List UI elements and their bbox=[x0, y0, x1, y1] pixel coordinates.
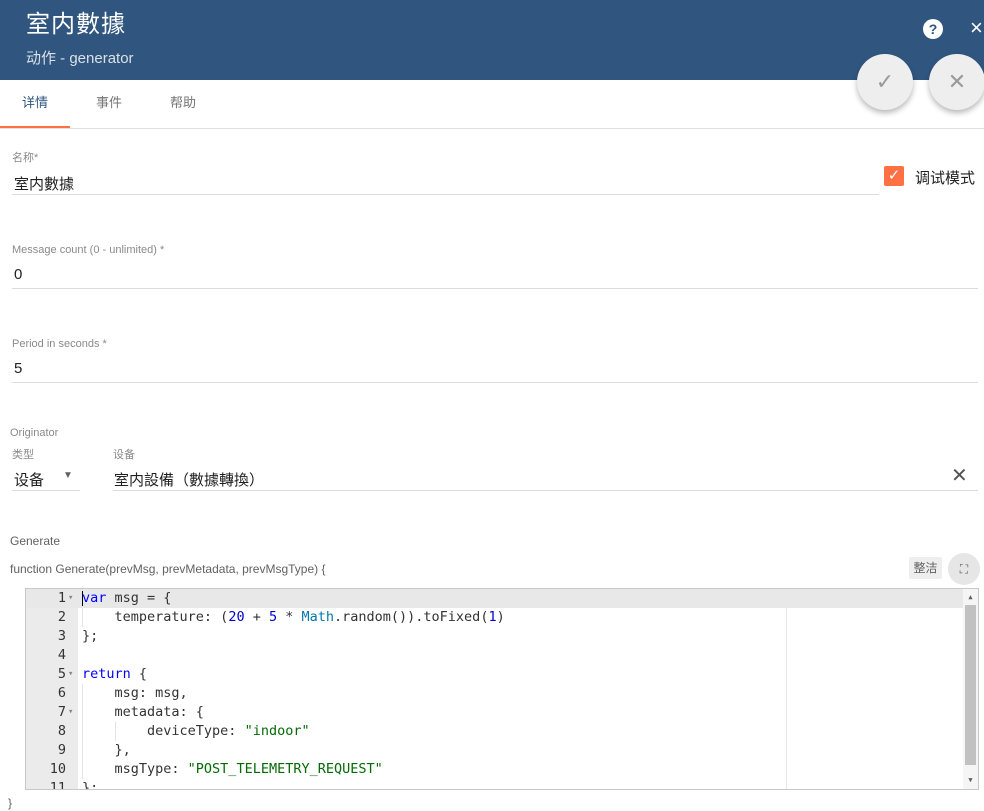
debug-mode-label[interactable]: 调试模式 bbox=[915, 167, 975, 188]
code-text[interactable]: return { bbox=[82, 665, 147, 684]
code-editor[interactable]: 1 ▾ var msg = {2 temperature: (20 + 5 * Ma… bbox=[25, 588, 979, 790]
dialog-header: 室内數據 动作 - generator ? × bbox=[0, 0, 984, 80]
debug-mode-checkbox[interactable]: ✓ bbox=[884, 166, 904, 186]
line-number: 5 bbox=[57, 666, 66, 682]
code-text[interactable]: }; bbox=[82, 779, 98, 789]
rule-node-subtitle: 动作 - generator bbox=[26, 50, 134, 67]
code-line[interactable]: 2 temperature: (20 + 5 * Math.random()).… bbox=[26, 608, 963, 627]
originator-type-underline bbox=[12, 490, 80, 491]
code-text[interactable]: msgType: "POST_TELEMETRY_REQUEST" bbox=[82, 760, 383, 779]
code-text[interactable]: temperature: (20 + 5 * Math.random()).to… bbox=[82, 608, 505, 627]
code-line[interactable]: 11}; bbox=[26, 779, 963, 790]
message-count-input[interactable]: 0 bbox=[14, 266, 22, 283]
tidy-button[interactable]: 整洁 bbox=[909, 557, 942, 579]
name-label: 名称* bbox=[12, 152, 39, 164]
check-icon: ✓ bbox=[887, 167, 901, 184]
clear-device-icon[interactable]: ✕ bbox=[951, 465, 968, 487]
originator-device-input[interactable]: 室内設備（數據轉換） bbox=[114, 469, 264, 490]
name-input-underline bbox=[12, 194, 879, 195]
editor-lines[interactable]: 1 ▾ var msg = {2 temperature: (20 + 5 * Ma… bbox=[26, 589, 963, 790]
code-line[interactable]: 10 msgType: "POST_TELEMETRY_REQUEST" bbox=[26, 760, 963, 779]
line-number: 9 bbox=[57, 742, 66, 758]
scroll-thumb[interactable] bbox=[965, 605, 976, 765]
fold-toggle-icon[interactable]: ▾ bbox=[68, 703, 73, 722]
function-closing-brace: } bbox=[8, 796, 13, 810]
period-input[interactable]: 5 bbox=[14, 360, 22, 377]
line-number: 7 bbox=[57, 704, 66, 720]
line-number: 3 bbox=[57, 628, 66, 644]
code-line[interactable]: 6 msg: msg, bbox=[26, 684, 963, 703]
code-text[interactable]: msg: msg, bbox=[82, 684, 188, 703]
code-text[interactable]: deviceType: "indoor" bbox=[82, 722, 310, 741]
line-number: 6 bbox=[57, 685, 66, 701]
text-cursor bbox=[82, 591, 83, 606]
code-text[interactable]: metadata: { bbox=[82, 703, 204, 722]
tab-details[interactable]: 详情 bbox=[0, 80, 70, 128]
fold-toggle-icon[interactable]: ▾ bbox=[68, 589, 73, 608]
period-label: Period in seconds * bbox=[12, 338, 107, 350]
rule-node-title: 室内數據 bbox=[26, 11, 126, 38]
message-count-label: Message count (0 - unlimited) * bbox=[12, 244, 165, 256]
fullscreen-button[interactable]: ⛶ bbox=[948, 553, 980, 585]
line-number: 2 bbox=[57, 609, 66, 625]
dropdown-arrow-icon[interactable]: ▼ bbox=[63, 470, 73, 481]
line-number: 4 bbox=[57, 647, 66, 663]
function-signature: function Generate(prevMsg, prevMetadata,… bbox=[10, 562, 326, 576]
code-line[interactable]: 1 ▾ var msg = { bbox=[26, 589, 963, 608]
code-text[interactable]: }, bbox=[82, 741, 131, 760]
tab-help[interactable]: 帮助 bbox=[152, 80, 214, 128]
code-line[interactable]: 4 bbox=[26, 646, 963, 665]
help-icon[interactable]: ? bbox=[923, 19, 943, 39]
active-tab-indicator bbox=[0, 126, 70, 128]
fold-toggle-icon[interactable]: ▾ bbox=[68, 665, 73, 684]
generate-label: Generate bbox=[10, 534, 61, 548]
period-underline bbox=[12, 382, 978, 383]
originator-type-select[interactable]: 设备 bbox=[14, 469, 44, 490]
tab-bar: 详情 事件 帮助 bbox=[0, 80, 984, 129]
code-line[interactable]: 8 deviceType: "indoor" bbox=[26, 722, 963, 741]
scroll-up-icon[interactable]: ▲ bbox=[963, 589, 978, 605]
line-number: 11 bbox=[49, 780, 66, 790]
line-number: 8 bbox=[57, 723, 66, 739]
originator-device-underline bbox=[113, 490, 978, 491]
name-input[interactable]: 室内數據 bbox=[14, 173, 74, 194]
scroll-down-icon[interactable]: ▼ bbox=[963, 772, 978, 788]
tab-events[interactable]: 事件 bbox=[78, 80, 140, 128]
line-number: 10 bbox=[49, 761, 66, 777]
originator-device-label: 设备 bbox=[113, 449, 135, 461]
code-line[interactable]: 9 }, bbox=[26, 741, 963, 760]
code-line[interactable]: 7 ▾ metadata: { bbox=[26, 703, 963, 722]
code-text[interactable]: var msg = { bbox=[82, 589, 171, 608]
code-text[interactable]: }; bbox=[82, 627, 98, 646]
fullscreen-icon: ⛶ bbox=[959, 562, 969, 576]
message-count-underline bbox=[12, 288, 978, 289]
line-number: 1 bbox=[57, 590, 66, 606]
editor-scrollbar[interactable]: ▲ ▼ bbox=[963, 589, 978, 789]
close-icon[interactable]: × bbox=[970, 14, 983, 42]
originator-label: Originator bbox=[10, 427, 59, 439]
code-line[interactable]: 3}; bbox=[26, 627, 963, 646]
originator-type-label: 类型 bbox=[12, 449, 34, 461]
code-line[interactable]: 5 ▾ return { bbox=[26, 665, 963, 684]
